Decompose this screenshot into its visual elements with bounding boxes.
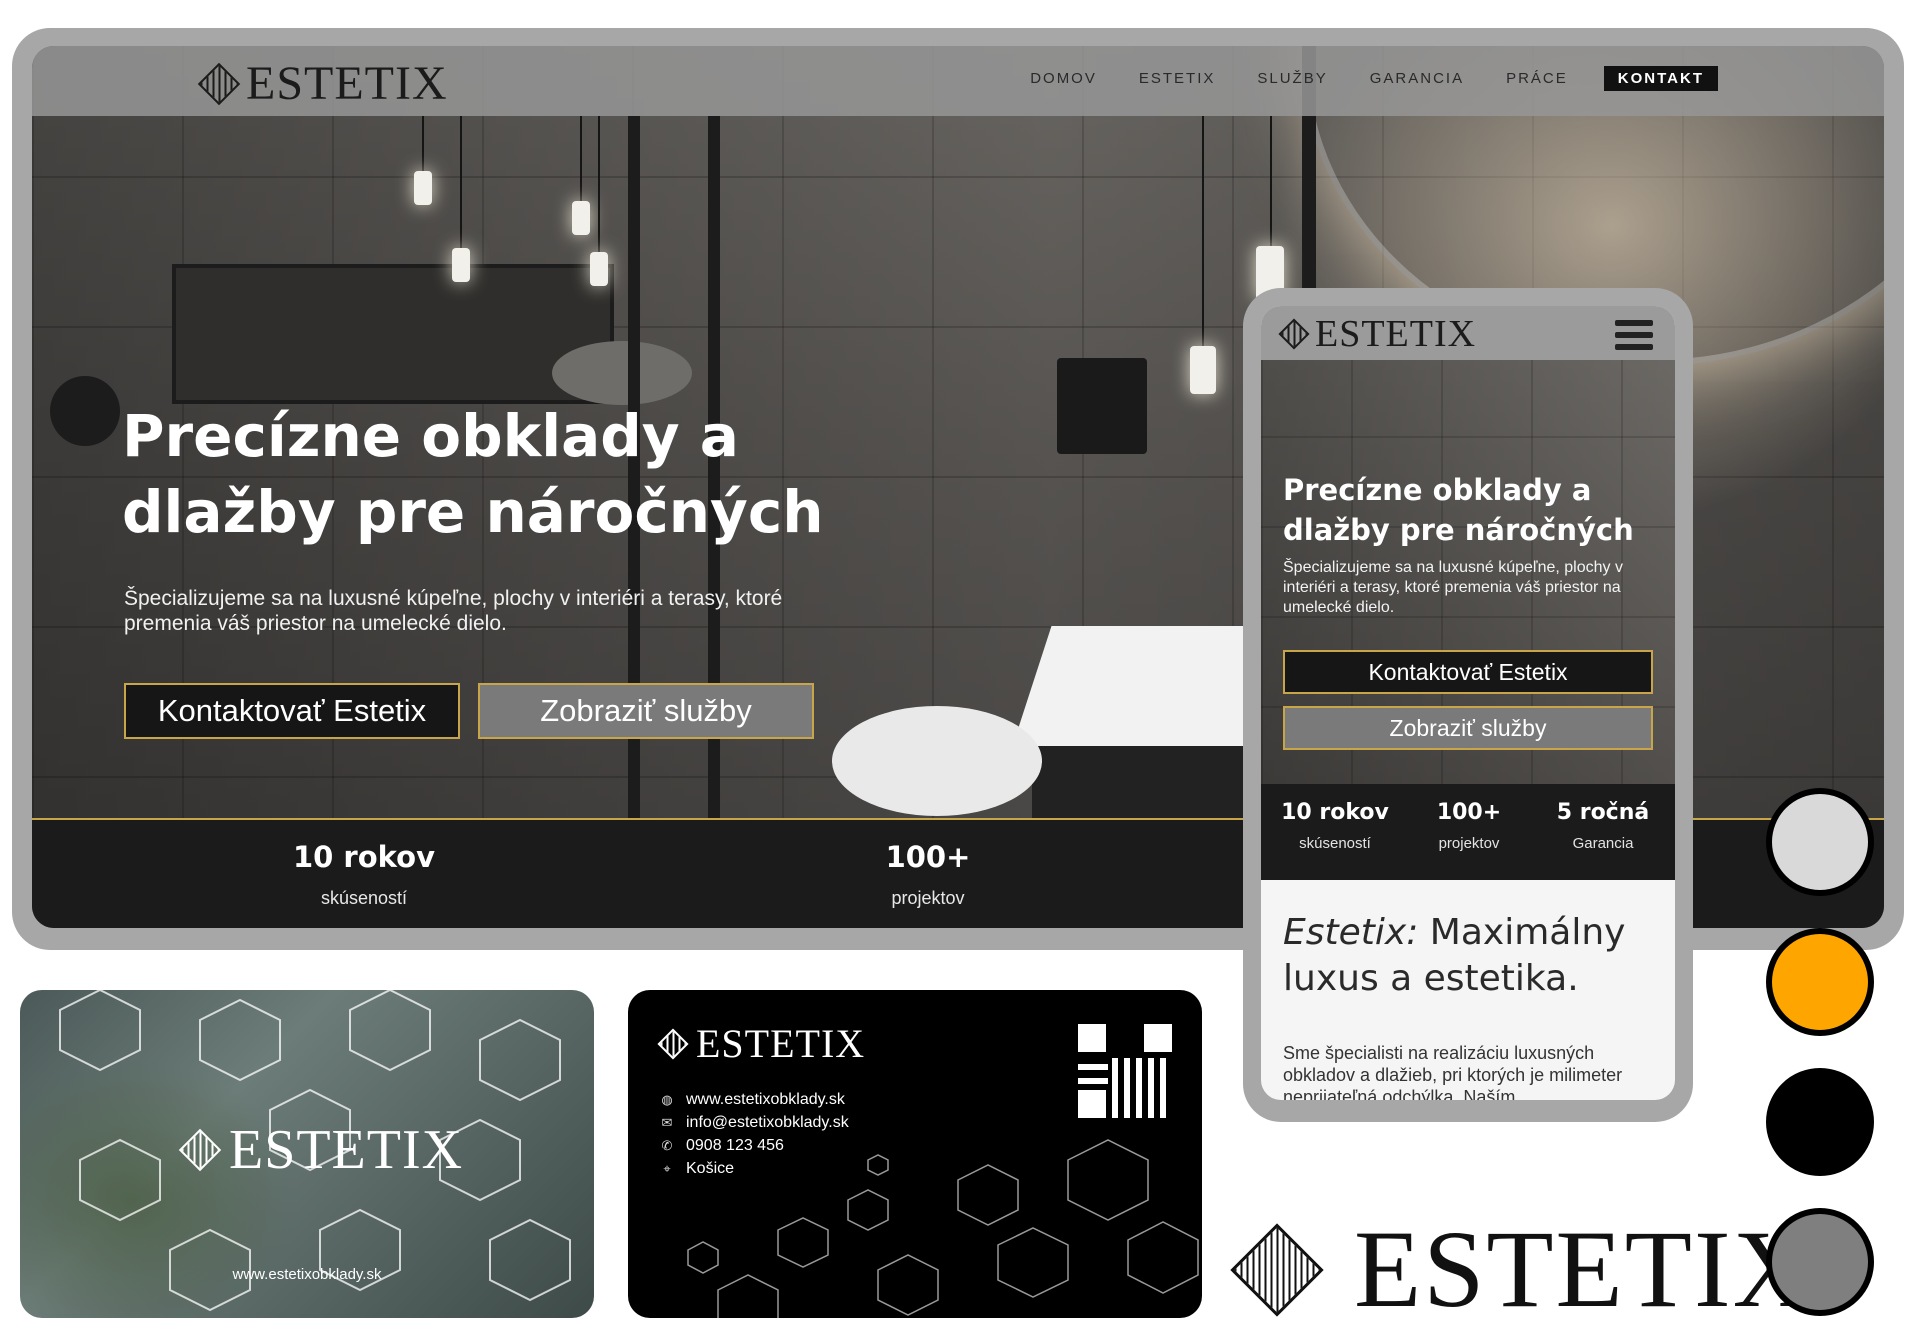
mobile-stat: 10 rokov skúseností: [1269, 800, 1401, 852]
stat-projects: 100+ projektov: [798, 840, 1058, 909]
logo-wordmark: ESTETIX: [696, 1021, 866, 1066]
pendant-cord: [1202, 116, 1204, 376]
nav-link-estetix[interactable]: ESTETIX: [1133, 66, 1222, 91]
diamond-logo-icon: [1230, 1222, 1324, 1317]
pendant-light: [1190, 346, 1216, 394]
mobile-section-body: Sme špecialisti na realizáciu luxusných …: [1283, 1043, 1623, 1100]
card-front-logo: ESTETIX: [178, 1118, 464, 1182]
mobile-services-button[interactable]: Zobraziť služby: [1283, 706, 1653, 750]
niche-basin: [552, 341, 692, 405]
logo-wordmark: ESTETIX: [229, 1119, 464, 1181]
swatch-light-grey: [1766, 788, 1874, 896]
contact-location: ⌖ Košice: [660, 1157, 849, 1180]
desktop-menu: DOMOV ESTETIX SLUŽBY GARANCIA PRÁCE KONT…: [1024, 66, 1718, 91]
stat-label: skúseností: [320, 888, 408, 908]
mail-icon: ✉: [661, 1114, 673, 1130]
nav-link-prace[interactable]: PRÁCE: [1500, 66, 1574, 91]
mobile-section-heading: Estetix: Maximálny luxus a estetika.: [1283, 910, 1663, 1002]
stat-value: 100+: [1436, 800, 1502, 825]
hero-subtitle: Špecializujeme sa na luxusné kúpeľne, pl…: [124, 587, 783, 635]
desktop-navbar: ESTETIX DOMOV ESTETIX SLUŽBY GARANCIA PR…: [32, 46, 1884, 116]
pendant-cord: [460, 116, 462, 256]
diamond-logo-icon: [657, 1027, 689, 1060]
diamond-logo-icon: [178, 1128, 222, 1172]
contact-website[interactable]: ◍ www.estetixobklady.sk: [660, 1088, 849, 1111]
stat-value: 10 rokov: [292, 840, 435, 874]
contact-button[interactable]: Kontaktovať Estetix: [124, 683, 460, 739]
pendant-cord: [598, 116, 600, 256]
phone-icon: ✆: [661, 1137, 673, 1153]
business-card-front: ESTETIX www.estetixobklady.sk: [20, 990, 594, 1318]
stat-label: projektov: [1438, 835, 1500, 852]
pendant-cord: [422, 116, 424, 176]
diamond-logo-icon: [197, 62, 241, 105]
mobile-contact-button[interactable]: Kontaktovať Estetix: [1283, 650, 1653, 694]
website-text: www.estetixobklady.sk: [686, 1090, 845, 1108]
contact-phone[interactable]: ✆ 0908 123 456: [660, 1134, 849, 1157]
mobile-hero-subtitle: Špecializujeme sa na luxusné kúpeľne, pl…: [1283, 559, 1623, 616]
hero-title: Precízne obklady a dlažby pre náročných: [122, 402, 824, 546]
mobile-content: Precízne obklady a dlažby pre náročných …: [1261, 306, 1675, 1100]
phone-text: 0908 123 456: [686, 1136, 784, 1154]
business-card-back: ESTETIX ◍ www.estetixobklady.sk ✉ info@est…: [628, 990, 1202, 1318]
flush-plate: [1057, 358, 1147, 454]
pendant-light: [572, 201, 590, 235]
pendant-light: [414, 171, 432, 205]
desktop-logo[interactable]: ESTETIX: [197, 56, 448, 111]
nav-link-domov[interactable]: DOMOV: [1024, 66, 1103, 91]
stat-value: 100+: [885, 840, 971, 874]
nav-link-sluzby[interactable]: SLUŽBY: [1251, 66, 1333, 91]
stat-value: 5 ročná: [1556, 800, 1650, 825]
mobile-hero-title: Precízne obklady a dlažby pre náročných: [1283, 473, 1634, 547]
swatch-grey: [1766, 1208, 1874, 1316]
stat-label: skúseností: [1299, 835, 1371, 852]
wall-niche: [172, 264, 614, 404]
logo-wordmark: ESTETIX: [246, 57, 448, 110]
nav-link-kontakt[interactable]: KONTAKT: [1603, 66, 1718, 91]
mobile-stat: 5 ročná Garancia: [1537, 800, 1669, 852]
qr-code: [1078, 1024, 1172, 1118]
nav-link-garancia[interactable]: GARANCIA: [1364, 66, 1470, 91]
stat-experience: 10 rokov skúseností: [234, 840, 494, 909]
services-button[interactable]: Zobraziť služby: [478, 683, 814, 739]
shower-knob: [50, 376, 120, 446]
swatch-orange: [1766, 928, 1874, 1036]
pendant-light: [590, 252, 608, 286]
stat-value: 10 rokov: [1281, 800, 1389, 825]
card-front-url: www.estetixobklady.sk: [232, 1266, 382, 1283]
globe-icon: ◍: [661, 1091, 673, 1107]
contact-email[interactable]: ✉ info@estetixobklady.sk: [660, 1111, 849, 1134]
stat-label: Garancia: [1572, 835, 1634, 852]
card-back-logo: ESTETIX: [657, 1020, 866, 1067]
toilet: [832, 706, 1042, 816]
stat-label: projektov: [891, 888, 965, 908]
mobile-stats-bar: 10 rokov skúseností 100+ projektov 5 roč…: [1261, 784, 1675, 880]
pendant-cord: [580, 116, 582, 206]
heading-italic: Estetix:: [1283, 912, 1419, 953]
logo-wordmark: ESTETIX: [1354, 1208, 1815, 1330]
location-pin-icon: ⌖: [663, 1160, 671, 1176]
city-text: Košice: [686, 1159, 735, 1177]
contact-details: ◍ www.estetixobklady.sk ✉ info@estetixobkl…: [660, 1088, 849, 1180]
email-text: info@estetixobklady.sk: [686, 1113, 849, 1131]
brand-logo: ESTETIX: [1230, 1206, 1815, 1333]
pendant-light: [452, 248, 470, 282]
swatch-black: [1766, 1068, 1874, 1176]
mobile-stat: 100+ projektov: [1403, 800, 1535, 852]
